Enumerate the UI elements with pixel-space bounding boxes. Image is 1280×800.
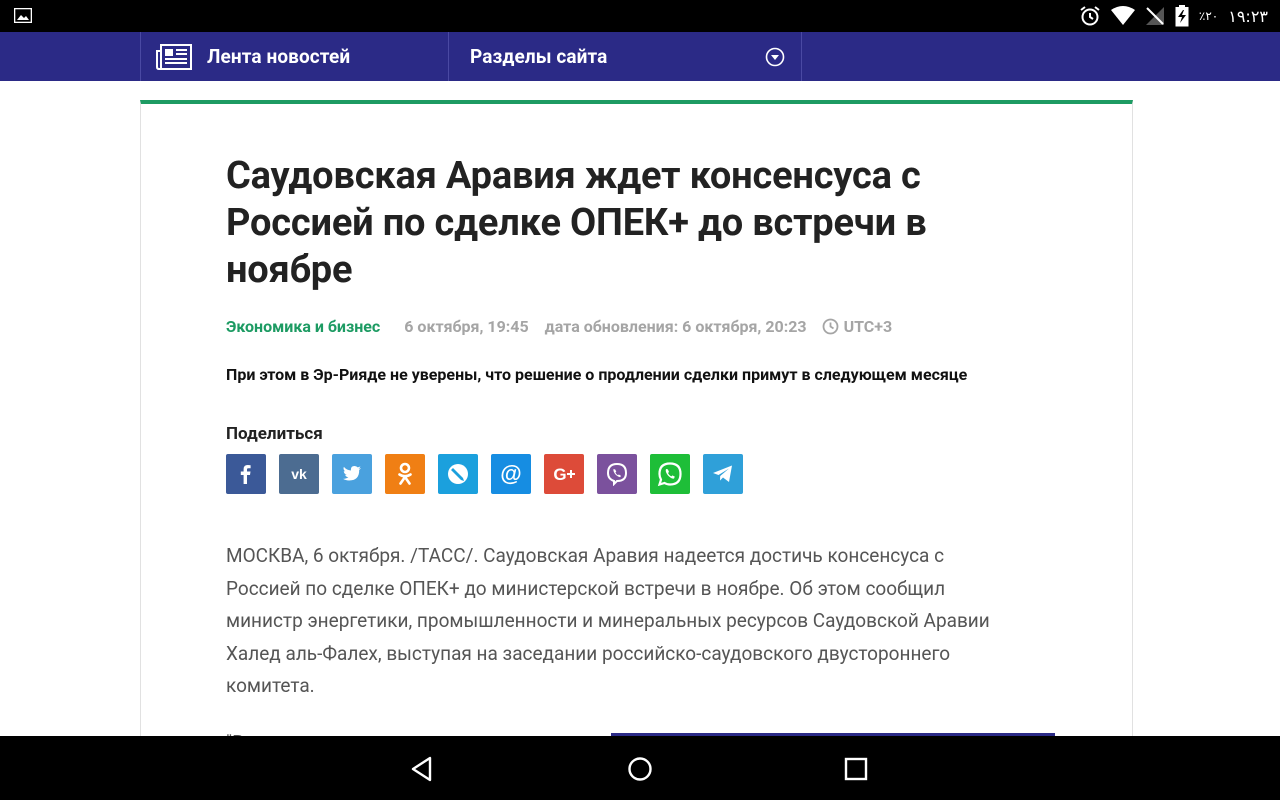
alarm-icon [1080,6,1100,26]
site-top-nav: Лента новостей Разделы сайта [0,32,1280,81]
share-viber-button[interactable] [597,454,637,494]
android-nav-bar [0,736,1280,800]
mail-ru-icon: @ [500,461,521,486]
recents-icon[interactable] [841,754,871,784]
share-title: Поделиться [226,424,323,444]
status-time: ۱۹:۲۳ [1228,6,1268,26]
share-facebook-button[interactable] [226,454,266,494]
share-telegram-button[interactable] [703,454,743,494]
news-feed-link[interactable]: Лента новостей [140,32,448,81]
svg-text:G: G [553,465,566,483]
telegram-icon [713,465,732,482]
share-twitter-button[interactable] [332,454,372,494]
twitter-icon [342,466,361,481]
battery-charging-icon [1175,5,1189,27]
viber-icon [606,462,628,486]
facebook-icon [240,465,251,484]
share-vkontakte-button[interactable]: vk [279,454,319,494]
google-plus-icon: G [553,465,575,483]
odnoklassniki-icon [398,462,412,485]
battery-percentage: ٪۲۰ [1198,9,1219,23]
whatsapp-icon [657,462,682,487]
share-whatsapp-button[interactable] [650,454,690,494]
share-buttons: vk @ G [226,454,743,494]
share-livejournal-button[interactable] [438,454,478,494]
no-sim-icon [1145,7,1164,25]
article-title: Саудовская Аравия ждет консенсуса с Росс… [226,154,927,292]
article-meta: Экономика и бизнес 6 октября, 19:45 дата… [226,317,892,336]
article-card: Саудовская Аравия ждет консенсуса с Росс… [140,100,1133,764]
svg-text:@: @ [500,461,521,486]
chevron-down-icon [765,47,785,67]
share-mail-ru-button[interactable]: @ [491,454,531,494]
livejournal-icon [448,464,468,484]
share-google-plus-button[interactable]: G [544,454,584,494]
publish-date: 6 октября, 19:45 [404,317,529,336]
svg-text:vk: vk [291,466,307,482]
image-icon [14,8,32,23]
sections-label: Разделы сайта [470,45,608,68]
article-lead: При этом в Эр-Рияде не уверены, что реше… [226,365,968,384]
news-feed-label: Лента новостей [207,45,351,68]
timezone: UTC+3 [822,317,893,336]
update-date: дата обновления: 6 октября, 20:23 [544,317,807,336]
share-odnoklassniki-button[interactable] [385,454,425,494]
site-sections-dropdown[interactable]: Разделы сайта [448,32,802,81]
vk-icon: vk [291,466,307,482]
article-body-paragraph: МОСКВА, 6 октября. /ТАСС/. Саудовская Ар… [226,544,990,697]
home-icon[interactable] [625,754,655,784]
android-status-bar: ٪۲۰ ۱۹:۲۳ [0,0,1280,32]
clock-icon [822,318,838,335]
rubric-link[interactable]: Экономика и бизнес [226,317,380,336]
wifi-icon [1110,6,1135,25]
newspaper-icon [156,43,192,70]
timezone-label: UTC+3 [843,317,893,336]
back-icon[interactable] [408,754,438,784]
